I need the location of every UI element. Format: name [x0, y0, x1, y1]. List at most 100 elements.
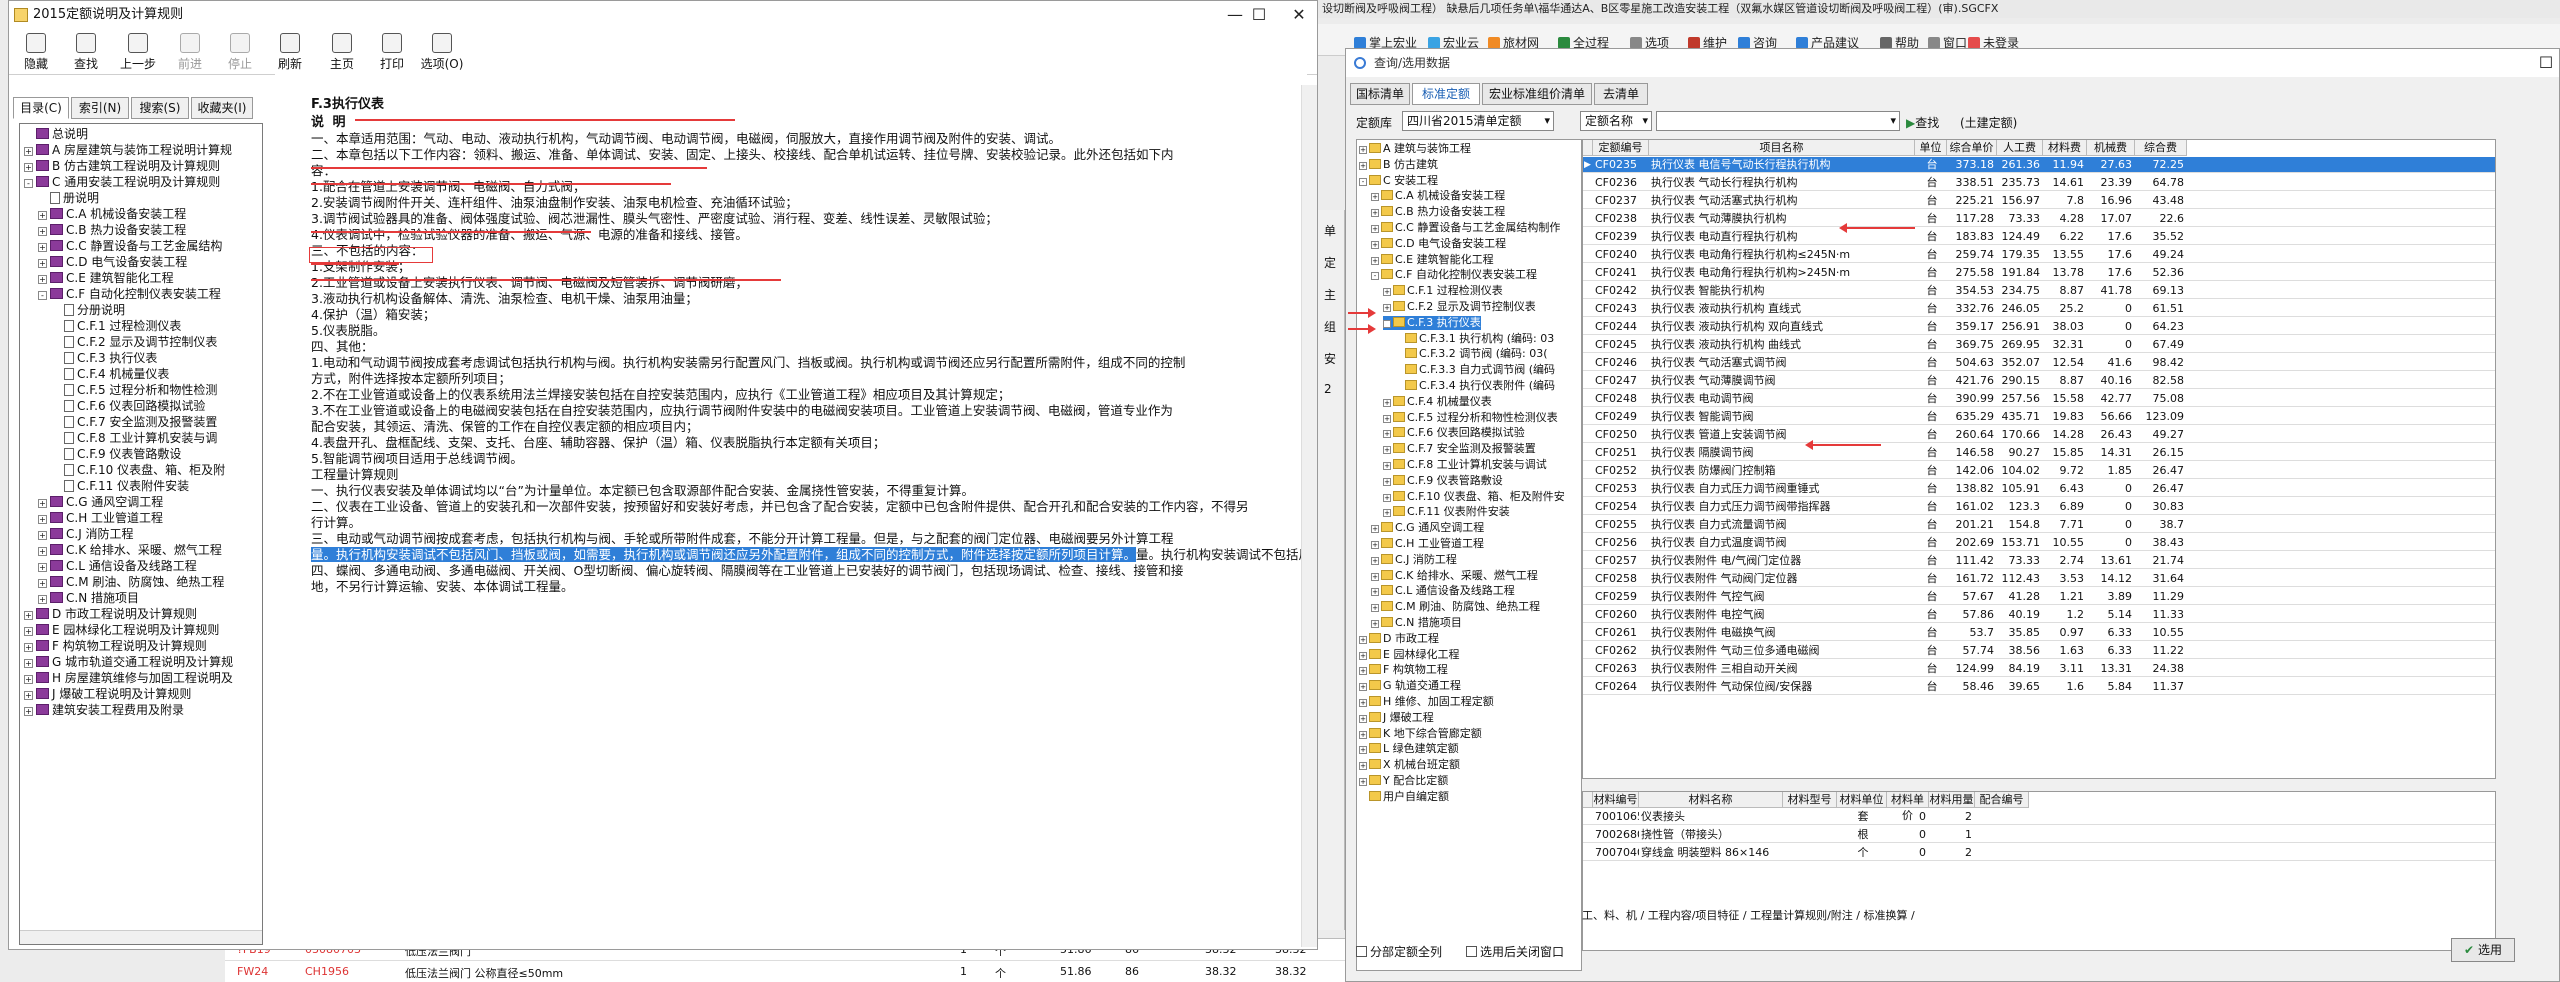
quota-row[interactable]: CF0239 执行仪表 电动直行程执行机构 台 183.83 124.49 6.22 17.…: [1583, 229, 2495, 245]
quota-tree-node[interactable]: + C.E 建筑智能化工程: [1371, 253, 1494, 267]
quota-tree-node[interactable]: + H 维修、加固工程定额: [1359, 695, 1494, 709]
help-tree-node[interactable]: + E 园林绿化工程说明及计算规则: [24, 622, 219, 638]
grid-header-5[interactable]: 材料费: [2043, 140, 2087, 156]
mat-header-4[interactable]: 材料单价: [1887, 792, 1929, 822]
quota-tree-node[interactable]: + C.F.1 过程检测仪表: [1383, 284, 1503, 298]
quota-search-input[interactable]: [1656, 111, 1900, 131]
tree-expander-icon[interactable]: +: [38, 595, 47, 604]
tree-expander-icon[interactable]: +: [1371, 256, 1379, 265]
tree-expander-icon[interactable]: -: [1359, 177, 1367, 186]
help-tree-node[interactable]: - C 通用安装工程说明及计算规则: [24, 174, 220, 190]
select-button[interactable]: ✔ 选用: [2451, 938, 2515, 962]
quota-tree-node[interactable]: + B 仿古建筑: [1359, 158, 1438, 172]
tree-expander-icon[interactable]: -: [38, 291, 47, 300]
help-tree-node[interactable]: C.F.6 仪表回路模拟试验: [52, 398, 205, 414]
quota-row[interactable]: ▶ CF0235 执行仪表 电信号气动长行程执行机构 台 373.18 261.36 11.…: [1583, 157, 2495, 173]
quota-row[interactable]: CF0248 执行仪表 电动调节阀 台 390.99 257.56 15.58 42.77 7…: [1583, 391, 2495, 407]
help-tree-node[interactable]: + C.B 热力设备安装工程: [38, 222, 186, 238]
quota-row[interactable]: CF0249 执行仪表 智能调节阀 台 635.29 435.71 19.83 56.66 1…: [1583, 409, 2495, 425]
help-tree-node[interactable]: C.F.1 过程检测仪表: [52, 318, 181, 334]
help-tree-node[interactable]: + G 城市轨道交通工程说明及计算规: [24, 654, 233, 670]
tree-expander-icon[interactable]: +: [38, 531, 47, 540]
help-tree-node[interactable]: C.F.10 仪表盘、箱、柜及附: [52, 462, 225, 478]
help-tree-node[interactable]: + A 房屋建筑与装饰工程说明计算规: [24, 142, 232, 158]
tree-expander-icon[interactable]: +: [38, 243, 47, 252]
quota-tree-node[interactable]: + C.F.10 仪表盘、箱、柜及附件安: [1383, 490, 1565, 504]
quota-row[interactable]: CF0241 执行仪表 电动角行程执行机构>245N·m 台 275.58 191.84…: [1583, 265, 2495, 281]
tree-expander-icon[interactable]: +: [1383, 477, 1391, 486]
quota-tree-node[interactable]: + C.L 通信设备及线路工程: [1371, 584, 1515, 598]
tree-expander-icon[interactable]: +: [38, 563, 47, 572]
quota-tree-node[interactable]: - C.F.3 执行仪表: [1383, 315, 1481, 330]
grid-header-3[interactable]: 综合单价: [1947, 140, 1997, 156]
tree-expander-icon[interactable]: +: [1359, 778, 1367, 786]
tree-expander-icon[interactable]: +: [1383, 446, 1391, 455]
tree-expander-icon[interactable]: +: [1359, 730, 1367, 739]
tree-expander-icon[interactable]: +: [1359, 651, 1367, 660]
tree-expander-icon[interactable]: +: [1383, 398, 1391, 407]
quota-tree-node[interactable]: + C.G 通风空调工程: [1371, 521, 1484, 535]
help-tree-node[interactable]: + 建筑安装工程费用及附录: [24, 702, 184, 718]
tree-expander-icon[interactable]: +: [38, 515, 47, 524]
grid-header-6[interactable]: 机械费: [2087, 140, 2135, 156]
tree-expander-icon[interactable]: -: [1371, 272, 1379, 281]
quota-row[interactable]: CF0243 执行仪表 液动执行机构 直线式 台 332.76 246.05 25.2 0 6…: [1583, 301, 2495, 317]
tree-expander-icon[interactable]: +: [38, 227, 47, 236]
quota-tree-node[interactable]: + C.A 机械设备安装工程: [1371, 189, 1505, 203]
help-tree-node[interactable]: C.F.9 仪表管路敷设: [52, 446, 181, 462]
quota-row[interactable]: CF0245 执行仪表 液动执行机构 曲线式 台 369.75 269.95 32.31 0…: [1583, 337, 2495, 353]
material-row[interactable]: 70070400穿线盒 明装塑料 86×146 个 0 2: [1583, 845, 2495, 861]
mat-header-3[interactable]: 材料单位: [1837, 792, 1887, 808]
help-contents-tree[interactable]: 总说明 + A 房屋建筑与装饰工程说明计算规 + B 仿古建筑工程说明及计算规则 - C 通…: [19, 123, 263, 945]
tree-expander-icon[interactable]: +: [1371, 209, 1379, 218]
close-button[interactable]: ✕: [1285, 5, 1313, 25]
tree-expander-icon[interactable]: -: [24, 179, 33, 188]
tree-expander-icon[interactable]: +: [38, 211, 47, 220]
quota-row[interactable]: CF0260 执行仪表附件 电控气阀 台 57.86 40.19 1.2 5.14 11.33: [1583, 607, 2495, 623]
quota-tree-node[interactable]: - C.F 自动化控制仪表安装工程: [1371, 268, 1537, 282]
help-tree-node[interactable]: + C.J 消防工程: [38, 526, 134, 542]
quota-row[interactable]: CF0258 执行仪表附件 气动阀门定位器 台 161.72 112.43 3.53 14.…: [1583, 571, 2495, 587]
quota-tree-node[interactable]: + C.K 给排水、采暖、燃气工程: [1371, 569, 1538, 583]
quota-row[interactable]: CF0237 执行仪表 气动活塞式执行机构 台 225.21 156.97 7.8 16.9…: [1583, 193, 2495, 209]
quota-row[interactable]: CF0259 执行仪表附件 气控气阀 台 57.67 41.28 1.21 3.89 11.2…: [1583, 589, 2495, 605]
toolbar-button-8[interactable]: 选项(O): [417, 31, 467, 72]
quota-tree-node[interactable]: + C.F.8 工业计算机安装与调试: [1383, 458, 1547, 472]
tree-expander-icon[interactable]: +: [1371, 193, 1379, 202]
quota-row[interactable]: CF0255 执行仪表 自力式流量调节阀 台 201.21 154.8 7.71 0 38.7: [1583, 517, 2495, 533]
quota-row[interactable]: CF0253 执行仪表 自力式压力调节阀重锤式 台 138.82 105.91 6.43 0…: [1583, 481, 2495, 497]
quota-row[interactable]: CF0238 执行仪表 气动薄膜执行机构 台 117.28 73.33 4.28 17.07…: [1583, 211, 2495, 227]
quota-row[interactable]: CF0236 执行仪表 气动长行程执行机构 台 338.51 235.73 14.61 23…: [1583, 175, 2495, 191]
tree-expander-icon[interactable]: +: [1383, 288, 1391, 297]
toolbar-button-2[interactable]: 上一步: [113, 31, 163, 72]
quota-tree-node[interactable]: C.F.3.1 执行机构 (编码: 03: [1395, 332, 1554, 346]
tree-expander-icon[interactable]: +: [1359, 161, 1367, 170]
help-tree-node[interactable]: C.F.8 工业计算机安装与调: [52, 430, 217, 446]
help-tree-node[interactable]: + C.M 刷油、防腐蚀、绝热工程: [38, 574, 224, 590]
quota-tree-node[interactable]: + C.J 消防工程: [1371, 553, 1457, 567]
all-list-checkbox[interactable]: 分部定额全列: [1356, 943, 1442, 960]
quota-tree-node[interactable]: + K 地下综合管廊定额: [1359, 727, 1482, 741]
quota-row[interactable]: CF0242 执行仪表 智能执行机构 台 354.53 234.75 8.87 41.78 6…: [1583, 283, 2495, 299]
tree-expander-icon[interactable]: +: [1359, 699, 1367, 707]
tree-expander-icon[interactable]: +: [1371, 588, 1379, 597]
tree-expander-icon[interactable]: +: [1359, 746, 1367, 755]
quota-tree-node[interactable]: + G 轨道交通工程: [1359, 679, 1461, 693]
tree-expander-icon[interactable]: +: [24, 147, 33, 156]
content-vertical-scrollbar[interactable]: [1301, 85, 1317, 947]
tree-expander-icon[interactable]: +: [1371, 225, 1379, 233]
quota-row[interactable]: CF0261 执行仪表附件 电磁换气阀 台 53.7 35.85 0.97 6.33 10.5…: [1583, 625, 2495, 641]
tree-expander-icon[interactable]: +: [1371, 525, 1379, 534]
quota-tree-node[interactable]: + C.F.4 机械量仪表: [1383, 395, 1492, 409]
nav-tab-3[interactable]: 收藏夹(I): [191, 97, 253, 119]
tree-expander-icon[interactable]: +: [24, 691, 33, 700]
quota-row[interactable]: CF0244 执行仪表 液动执行机构 双向直线式 台 359.17 256.91 38.0…: [1583, 319, 2495, 335]
help-tree-node[interactable]: + C.E 建筑智能化工程: [38, 270, 174, 286]
quota-row[interactable]: CF0254 执行仪表 自力式压力调节阀带指挥器 台 161.02 123.3 6.89 0…: [1583, 499, 2495, 515]
help-tree-node[interactable]: + F 构筑物工程说明及计算规则: [24, 638, 207, 654]
quota-tree-node[interactable]: C.F.3.3 自力式调节阀 (编码: [1395, 363, 1555, 377]
tree-expander-icon[interactable]: +: [38, 259, 47, 268]
tree-expander-icon[interactable]: +: [1371, 620, 1379, 628]
help-tree-node[interactable]: 分册说明: [52, 302, 125, 318]
dialog-tab-0[interactable]: 国标清单: [1350, 83, 1410, 105]
